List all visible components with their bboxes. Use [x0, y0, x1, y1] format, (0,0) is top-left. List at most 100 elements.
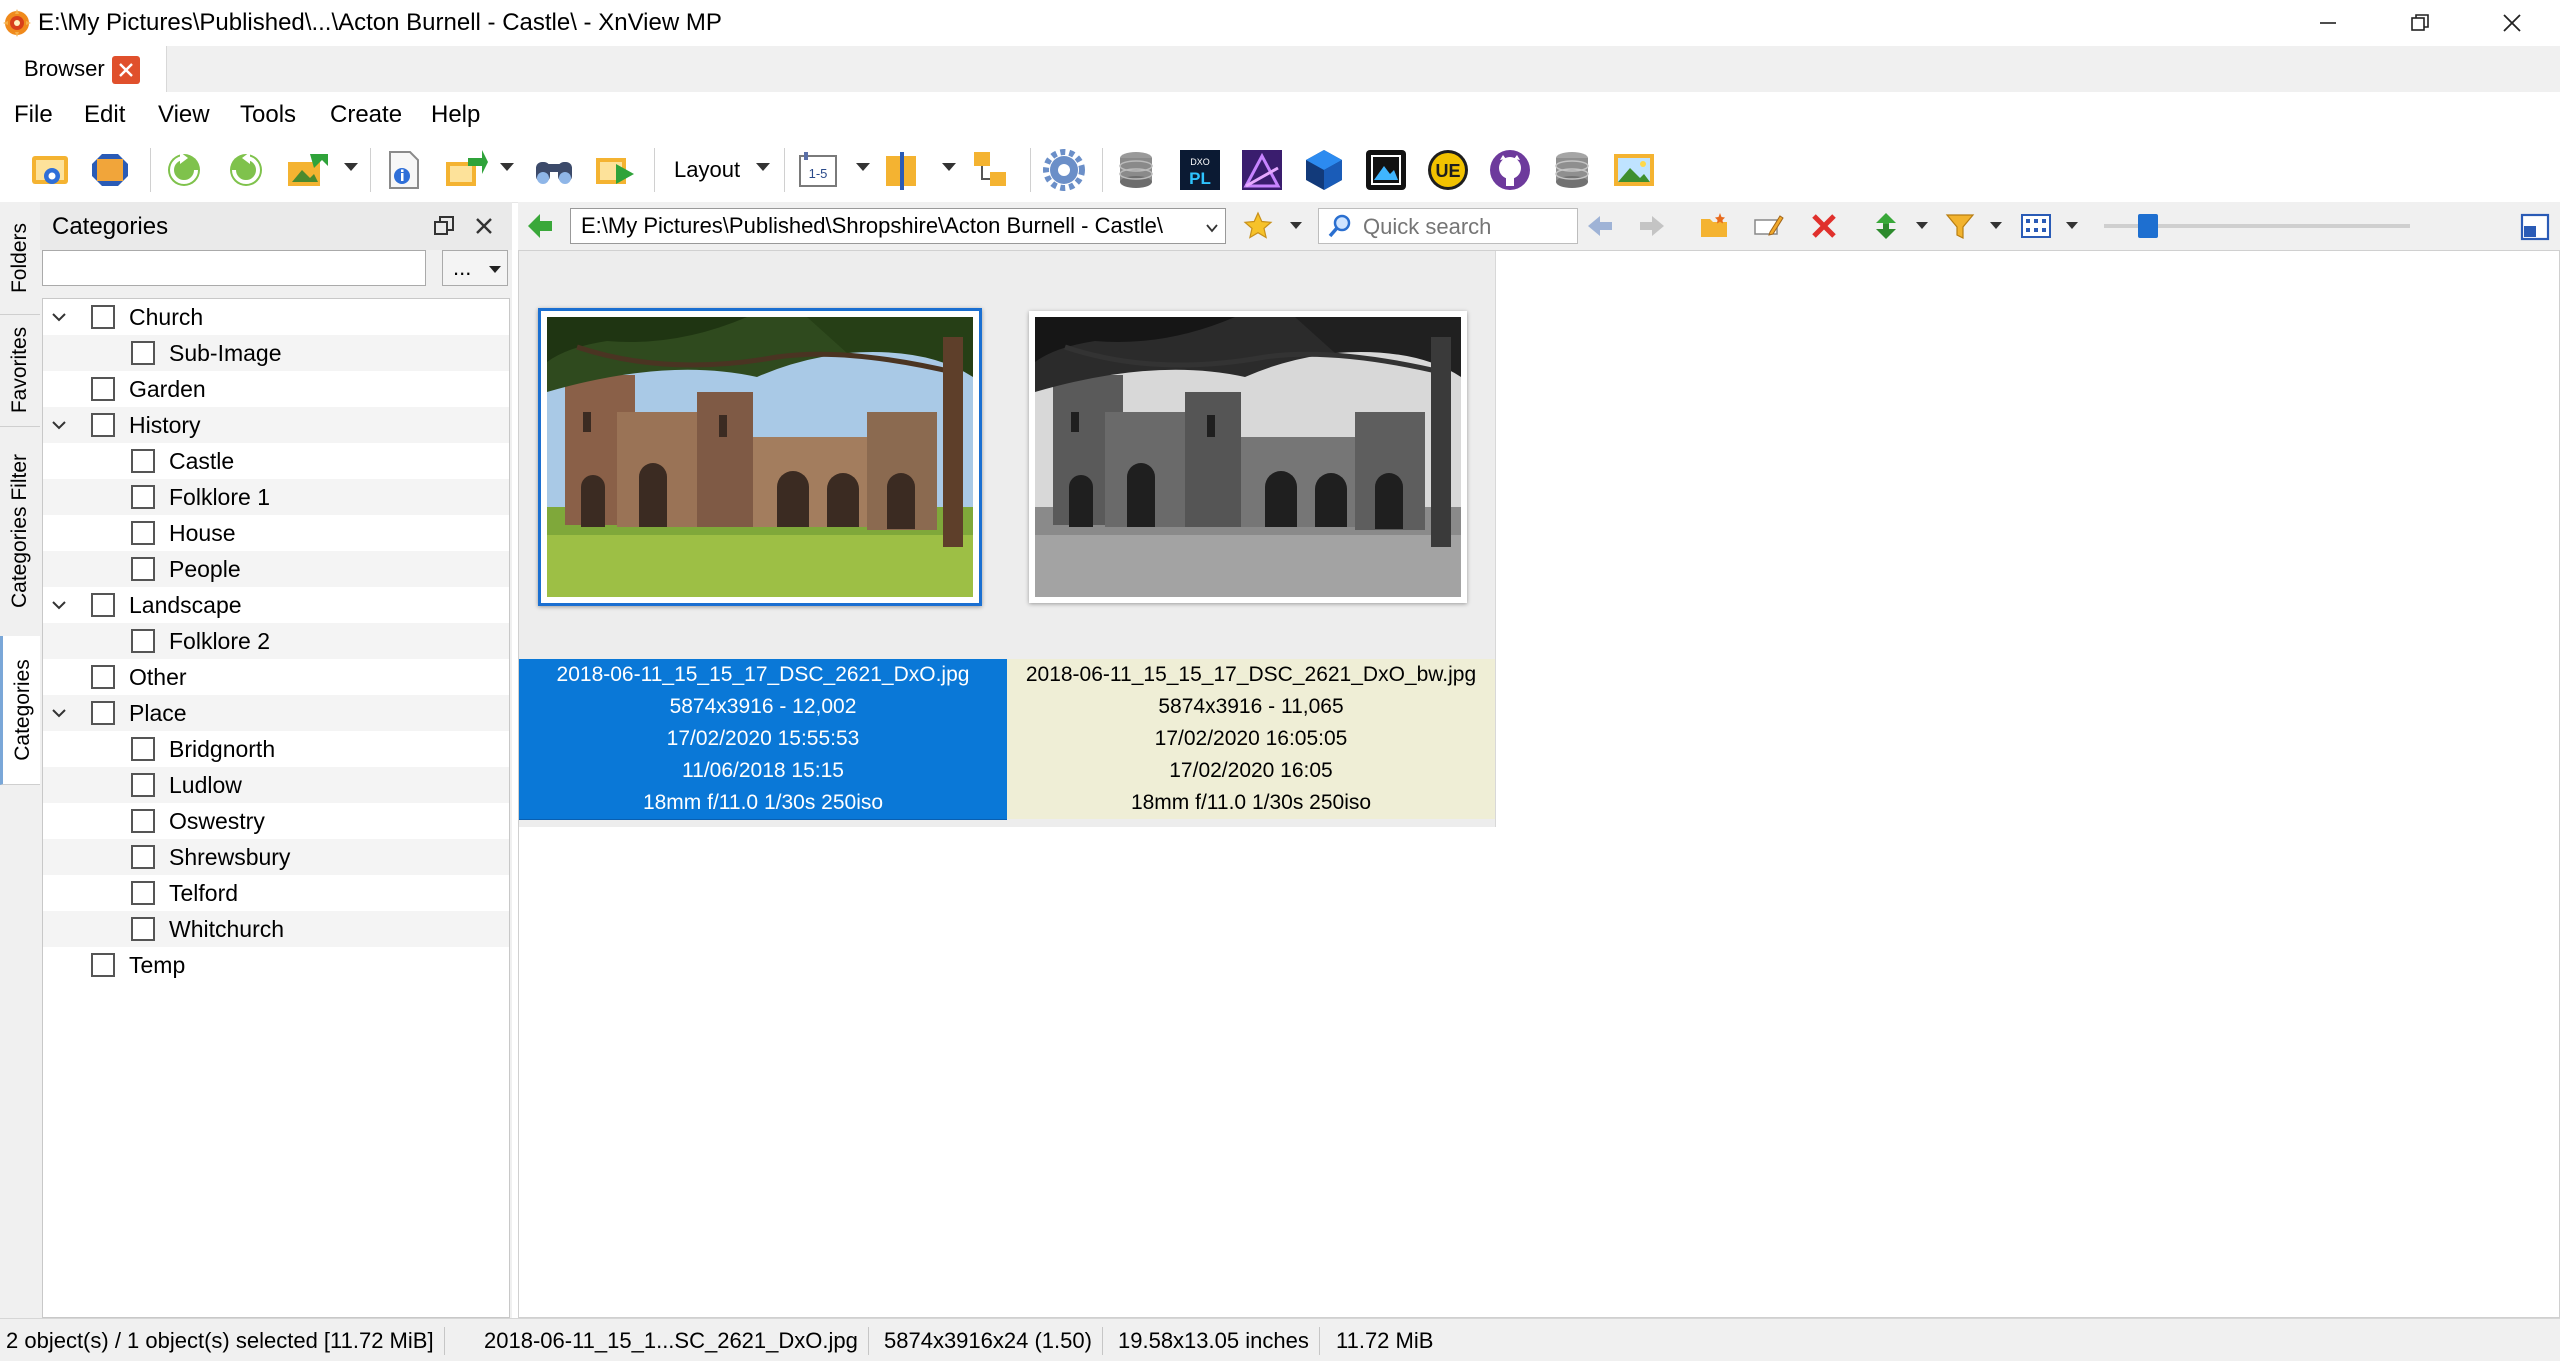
- category-row[interactable]: Bridgnorth: [43, 731, 509, 767]
- chevron-down-icon[interactable]: [51, 705, 67, 721]
- menu-file[interactable]: File: [14, 100, 53, 130]
- fullscreen-icon[interactable]: [86, 146, 134, 194]
- category-row[interactable]: Folklore 1: [43, 479, 509, 515]
- export-dropdown-arrow[interactable]: [500, 163, 514, 171]
- menu-edit[interactable]: Edit: [84, 100, 125, 130]
- thumbnail-item[interactable]: 2018-06-11_15_15_17_DSC_2621_DxO_bw.jpg …: [1007, 251, 1496, 827]
- photo-app-icon[interactable]: [1362, 146, 1410, 194]
- category-checkbox[interactable]: [131, 449, 155, 473]
- layout-button[interactable]: Layout: [664, 146, 776, 194]
- category-checkbox[interactable]: [131, 341, 155, 365]
- category-filter-input[interactable]: [42, 250, 426, 286]
- thumbnail-view-icon[interactable]: [2020, 210, 2052, 242]
- category-checkbox[interactable]: [131, 809, 155, 833]
- category-options-button[interactable]: ...: [442, 250, 508, 286]
- filter-dropdown-arrow[interactable]: [1990, 222, 2002, 229]
- chevron-down-icon[interactable]: [51, 597, 67, 613]
- minimize-button[interactable]: [2282, 0, 2374, 46]
- batch-rename-icon[interactable]: 1-5: [794, 146, 842, 194]
- batch-rename-dropdown-arrow[interactable]: [856, 163, 870, 171]
- quick-search-input[interactable]: [1361, 211, 1575, 243]
- rename-icon[interactable]: [1752, 210, 1784, 242]
- category-row[interactable]: Castle: [43, 443, 509, 479]
- rotate-right-icon[interactable]: [222, 146, 270, 194]
- tab-browser[interactable]: Browser: [0, 46, 167, 92]
- rotate-left-icon[interactable]: [160, 146, 208, 194]
- category-checkbox[interactable]: [91, 665, 115, 689]
- category-checkbox[interactable]: [131, 737, 155, 761]
- panel-toggle-icon[interactable]: [2520, 212, 2550, 242]
- sort-dropdown-arrow[interactable]: [1916, 222, 1928, 229]
- chevron-down-icon[interactable]: [1205, 221, 1219, 235]
- category-row[interactable]: Folklore 2: [43, 623, 509, 659]
- database-icon[interactable]: [1112, 146, 1160, 194]
- category-checkbox[interactable]: [131, 773, 155, 797]
- settings-icon[interactable]: [1040, 146, 1088, 194]
- category-row[interactable]: Telford: [43, 875, 509, 911]
- find-icon[interactable]: [530, 146, 578, 194]
- app-cube-icon[interactable]: [1300, 146, 1348, 194]
- tab-close-button[interactable]: [112, 56, 140, 84]
- slider-handle[interactable]: [2138, 214, 2158, 238]
- ultraedit-icon[interactable]: UE: [1424, 146, 1472, 194]
- category-row[interactable]: People: [43, 551, 509, 587]
- path-combobox[interactable]: E:\My Pictures\Published\Shropshire\Acto…: [570, 208, 1226, 244]
- slideshow-icon[interactable]: [592, 146, 640, 194]
- compare-dropdown-arrow[interactable]: [942, 163, 956, 171]
- category-checkbox[interactable]: [91, 305, 115, 329]
- close-window-button[interactable]: [2466, 0, 2558, 46]
- properties-icon[interactable]: [380, 146, 428, 194]
- gallery-icon[interactable]: [1610, 146, 1658, 194]
- menu-help[interactable]: Help: [431, 100, 480, 130]
- close-panel-icon[interactable]: [472, 214, 496, 238]
- thumbnail-size-slider[interactable]: [2104, 214, 2410, 238]
- new-folder-icon[interactable]: [1698, 210, 1730, 242]
- category-checkbox[interactable]: [91, 953, 115, 977]
- float-panel-icon[interactable]: [432, 214, 456, 238]
- convert-dropdown-arrow[interactable]: [344, 163, 358, 171]
- menu-tools[interactable]: Tools: [240, 100, 296, 130]
- category-row[interactable]: Garden: [43, 371, 509, 407]
- category-checkbox[interactable]: [91, 593, 115, 617]
- delete-icon[interactable]: [1808, 210, 1840, 242]
- chevron-down-icon[interactable]: [51, 309, 67, 325]
- compare-icon[interactable]: [880, 146, 928, 194]
- menu-create[interactable]: Create: [330, 100, 402, 130]
- category-row[interactable]: Shrewsbury: [43, 839, 509, 875]
- view-dropdown-arrow[interactable]: [2066, 222, 2078, 229]
- filter-icon[interactable]: [1944, 210, 1976, 242]
- favorite-dropdown-arrow[interactable]: [1290, 222, 1302, 229]
- sort-icon[interactable]: [966, 146, 1014, 194]
- affinity-photo-icon[interactable]: [1238, 146, 1286, 194]
- category-row[interactable]: House: [43, 515, 509, 551]
- category-row[interactable]: Place: [43, 695, 509, 731]
- chevron-down-icon[interactable]: [51, 417, 67, 433]
- menu-view[interactable]: View: [158, 100, 210, 130]
- category-checkbox[interactable]: [131, 521, 155, 545]
- github-icon[interactable]: [1486, 146, 1534, 194]
- category-row[interactable]: Other: [43, 659, 509, 695]
- side-tab-favorites[interactable]: Favorites: [0, 314, 40, 427]
- category-checkbox[interactable]: [131, 881, 155, 905]
- sort-order-icon[interactable]: [1870, 210, 1902, 242]
- category-checkbox[interactable]: [91, 701, 115, 725]
- category-checkbox[interactable]: [131, 845, 155, 869]
- category-row[interactable]: History: [43, 407, 509, 443]
- category-checkbox[interactable]: [131, 557, 155, 581]
- category-checkbox[interactable]: [91, 377, 115, 401]
- open-browser-icon[interactable]: [26, 146, 74, 194]
- category-row[interactable]: Church: [43, 299, 509, 335]
- category-checkbox[interactable]: [131, 485, 155, 509]
- back-icon[interactable]: [1584, 210, 1616, 242]
- export-icon[interactable]: [442, 146, 490, 194]
- category-checkbox[interactable]: [131, 917, 155, 941]
- category-row[interactable]: Ludlow: [43, 767, 509, 803]
- category-row[interactable]: Oswestry: [43, 803, 509, 839]
- database-2-icon[interactable]: [1548, 146, 1596, 194]
- category-row[interactable]: Sub-Image: [43, 335, 509, 371]
- restore-button[interactable]: [2374, 0, 2466, 46]
- forward-icon[interactable]: [1636, 210, 1668, 242]
- category-row[interactable]: Temp: [43, 947, 509, 983]
- thumbnail-item[interactable]: 2018-06-11_15_15_17_DSC_2621_DxO.jpg 587…: [519, 251, 1008, 827]
- parent-folder-icon[interactable]: [524, 210, 556, 242]
